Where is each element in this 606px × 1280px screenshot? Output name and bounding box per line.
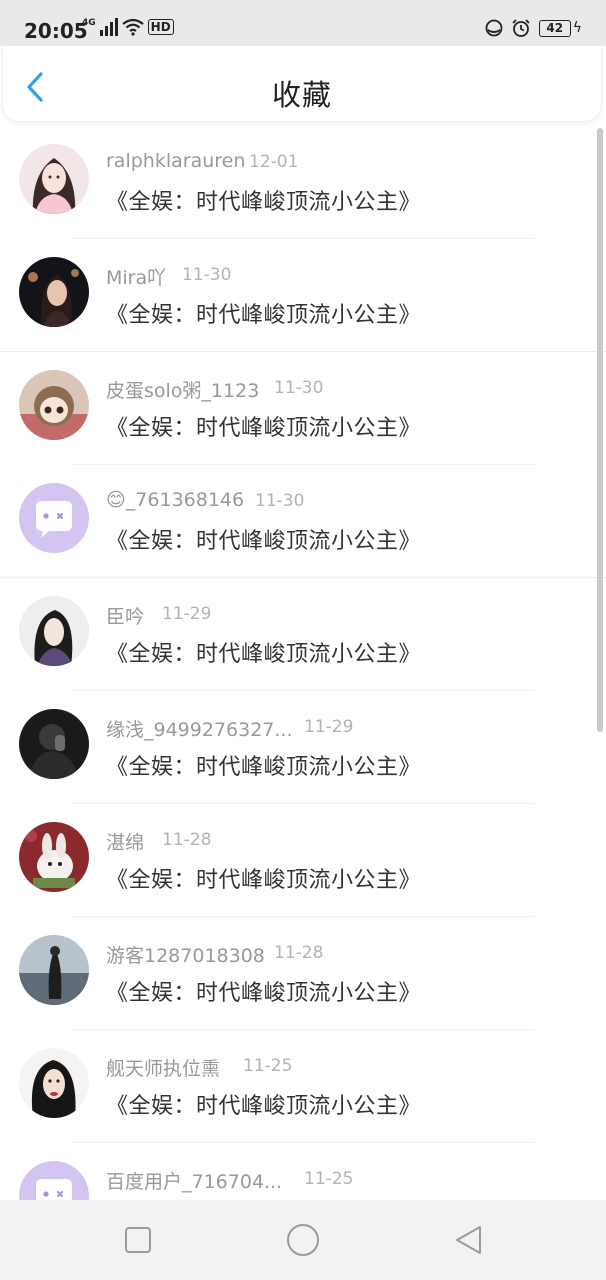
username[interactable]: 游客1287018308 <box>106 941 265 968</box>
avatar[interactable] <box>19 483 89 553</box>
post-date: 11-25 <box>304 1169 354 1189</box>
username[interactable]: 舰天师执位熏 <box>106 1054 220 1081</box>
book-title[interactable]: 《全娱：时代峰峻顶流小公主》 <box>106 862 421 894</box>
book-title[interactable]: 《全娱：时代峰峻顶流小公主》 <box>106 1088 421 1120</box>
post-date: 11-28 <box>162 830 212 850</box>
avatar[interactable] <box>19 144 89 214</box>
book-title[interactable]: 《全娱：时代峰峻顶流小公主》 <box>106 636 421 668</box>
status-time: 20:05 <box>24 19 88 43</box>
book-title[interactable]: 《全娱：时代峰峻顶流小公主》 <box>106 410 421 442</box>
post-date: 11-29 <box>162 604 212 624</box>
book-title[interactable]: 《全娱：时代峰峻顶流小公主》 <box>106 975 421 1007</box>
nav-back-button[interactable] <box>448 1220 488 1260</box>
list-item[interactable]: 缘浅_9499276327... 11-29 《全娱：时代峰峻顶流小公主》 <box>0 691 606 804</box>
recent-apps-button[interactable] <box>118 1220 158 1260</box>
post-date: 12-01 <box>249 152 299 172</box>
post-date: 11-30 <box>182 265 232 285</box>
book-title[interactable]: 《全娱：时代峰峻顶流小公主》 <box>106 523 421 555</box>
username[interactable]: 百度用户_716704... <box>106 1167 282 1194</box>
network-label: 4G <box>82 18 96 28</box>
battery-indicator: 42 ϟ <box>538 19 582 37</box>
book-title[interactable]: 《全娱：时代峰峻顶流小公主》 <box>106 297 421 329</box>
username[interactable]: Mira吖 <box>106 263 166 290</box>
avatar[interactable] <box>19 822 89 892</box>
list-item[interactable]: 湛绵 11-28 《全娱：时代峰峻顶流小公主》 <box>0 804 606 917</box>
signal-icon <box>99 18 118 36</box>
list-item[interactable]: 臣吟 11-29 《全娱：时代峰峻顶流小公主》 <box>0 578 606 691</box>
post-date: 11-30 <box>255 491 305 511</box>
top-app-bar: 收藏 <box>2 46 602 122</box>
charging-icon: ϟ <box>572 20 582 36</box>
list-item[interactable]: 百度用户_716704... 11-25 <box>0 1143 606 1200</box>
username[interactable]: 皮蛋solo粥_1123 <box>106 376 259 403</box>
avatar[interactable] <box>19 596 89 666</box>
avatar[interactable] <box>19 935 89 1005</box>
list-item[interactable]: 皮蛋solo粥_1123 11-30 《全娱：时代峰峻顶流小公主》 <box>0 352 606 465</box>
alarm-icon <box>512 19 530 37</box>
battery-level: 42 <box>538 19 571 37</box>
username[interactable]: 缘浅_9499276327... <box>106 715 293 742</box>
list-item[interactable]: 舰天师执位熏 11-25 《全娱：时代峰峻顶流小公主》 <box>0 1030 606 1143</box>
avatar[interactable] <box>19 370 89 440</box>
username[interactable]: 😊_761368146 <box>106 489 244 511</box>
username[interactable]: ralphklarauren <box>106 150 245 172</box>
square-icon <box>125 1227 151 1253</box>
post-date: 11-30 <box>274 378 324 398</box>
circle-icon <box>287 1224 319 1256</box>
home-button[interactable] <box>283 1220 323 1260</box>
avatar[interactable] <box>19 1161 89 1200</box>
avatar[interactable] <box>19 1048 89 1118</box>
avatar[interactable] <box>19 709 89 779</box>
triangle-back-icon <box>456 1226 481 1254</box>
favorites-list[interactable]: ralphklarauren 12-01 《全娱：时代峰峻顶流小公主》 Mira… <box>0 126 606 1200</box>
post-date: 11-25 <box>243 1056 293 1076</box>
avatar[interactable] <box>19 257 89 327</box>
username[interactable]: 湛绵 <box>106 828 144 855</box>
book-title[interactable]: 《全娱：时代峰峻顶流小公主》 <box>106 749 421 781</box>
wifi-icon <box>121 18 144 36</box>
status-right-icons: 42 ϟ <box>485 18 582 38</box>
status-left-icons: 4G HD <box>82 18 174 36</box>
list-item[interactable]: Mira吖 11-30 《全娱：时代峰峻顶流小公主》 <box>0 239 606 352</box>
list-item[interactable]: 游客1287018308 11-28 《全娱：时代峰峻顶流小公主》 <box>0 917 606 1030</box>
eye-comfort-icon <box>485 19 503 37</box>
status-bar: 20:05 4G HD 42 ϟ <box>0 0 606 46</box>
scrollbar[interactable] <box>597 128 603 732</box>
post-date: 11-29 <box>304 717 354 737</box>
list-item[interactable]: ralphklarauren 12-01 《全娱：时代峰峻顶流小公主》 <box>0 126 606 239</box>
list-item[interactable]: 😊_761368146 11-30 《全娱：时代峰峻顶流小公主》 <box>0 465 606 578</box>
system-nav-bar <box>0 1200 606 1280</box>
book-title[interactable]: 《全娱：时代峰峻顶流小公主》 <box>106 184 421 216</box>
hd-badge: HD <box>147 19 174 35</box>
username[interactable]: 臣吟 <box>106 602 144 629</box>
post-date: 11-28 <box>274 943 324 963</box>
page-title: 收藏 <box>271 78 332 112</box>
